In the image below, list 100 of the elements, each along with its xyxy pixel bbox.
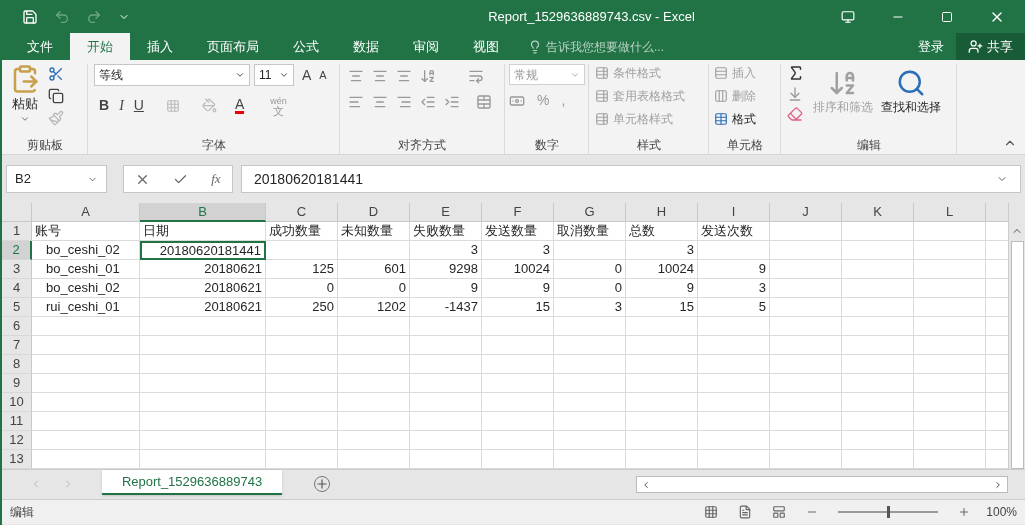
table-cell[interactable]: 250: [266, 298, 338, 317]
indent-increase-icon[interactable]: [444, 94, 460, 110]
table-cell[interactable]: [338, 317, 410, 336]
scroll-right-icon[interactable]: [993, 479, 1003, 490]
table-cell[interactable]: [140, 317, 266, 336]
maximize-icon[interactable]: [941, 10, 953, 23]
column-header[interactable]: F: [482, 203, 554, 222]
table-cell[interactable]: [32, 355, 140, 374]
table-cell[interactable]: [698, 241, 770, 260]
table-cell[interactable]: 3: [410, 241, 482, 260]
table-cell[interactable]: [32, 336, 140, 355]
align-center-icon[interactable]: [372, 94, 388, 110]
top-align-icon[interactable]: [348, 68, 364, 84]
table-cell[interactable]: 3: [698, 279, 770, 298]
table-cell[interactable]: [482, 336, 554, 355]
table-cell[interactable]: 未知数量: [338, 222, 410, 241]
format-painter-icon[interactable]: [48, 110, 64, 126]
table-cell[interactable]: [410, 317, 482, 336]
table-cell[interactable]: [842, 393, 914, 412]
table-cell[interactable]: [842, 222, 914, 241]
table-cell[interactable]: [698, 412, 770, 431]
tell-me-field[interactable]: 告诉我您想要做什么...: [528, 33, 664, 60]
menu-tab[interactable]: 数据: [336, 33, 396, 60]
table-cell[interactable]: [626, 374, 698, 393]
table-cell[interactable]: 账号: [32, 222, 140, 241]
row-header[interactable]: 5: [2, 298, 32, 317]
table-cell[interactable]: [410, 336, 482, 355]
copy-icon[interactable]: [48, 88, 64, 104]
page-layout-icon[interactable]: [738, 505, 753, 519]
insert-function-button[interactable]: fx: [211, 169, 221, 189]
menu-tab[interactable]: 开始: [70, 33, 130, 60]
editing-button[interactable]: 查找和选择: [881, 64, 941, 136]
table-cell[interactable]: [266, 412, 338, 431]
row-header[interactable]: 9: [2, 374, 32, 393]
table-cell[interactable]: [482, 393, 554, 412]
table-cell[interactable]: [554, 412, 626, 431]
column-header[interactable]: C: [266, 203, 338, 222]
column-header[interactable]: B: [140, 203, 266, 222]
table-cell[interactable]: [770, 431, 842, 450]
table-cell[interactable]: [770, 279, 842, 298]
table-cell[interactable]: [842, 336, 914, 355]
table-cell[interactable]: 15: [626, 298, 698, 317]
table-cell[interactable]: [410, 374, 482, 393]
table-cell[interactable]: [338, 374, 410, 393]
table-cell[interactable]: [698, 393, 770, 412]
table-cell[interactable]: [914, 260, 986, 279]
merge-icon[interactable]: [476, 94, 492, 110]
table-cell[interactable]: [32, 431, 140, 450]
column-header[interactable]: G: [554, 203, 626, 222]
table-cell[interactable]: [482, 431, 554, 450]
menu-tab[interactable]: 页面布局: [190, 33, 276, 60]
menu-tab[interactable]: 公式: [276, 33, 336, 60]
table-cell[interactable]: 9: [698, 260, 770, 279]
table-cell[interactable]: [626, 431, 698, 450]
table-cell[interactable]: [698, 336, 770, 355]
table-cell[interactable]: [914, 279, 986, 298]
undo-icon[interactable]: [54, 8, 70, 25]
table-cell[interactable]: [410, 355, 482, 374]
table-cell[interactable]: [338, 431, 410, 450]
table-cell[interactable]: [338, 412, 410, 431]
table-cell[interactable]: [338, 355, 410, 374]
table-cell[interactable]: [698, 355, 770, 374]
table-cell[interactable]: 20180621: [140, 298, 266, 317]
table-cell[interactable]: [410, 412, 482, 431]
table-cell[interactable]: [266, 355, 338, 374]
table-cell[interactable]: [140, 374, 266, 393]
table-cell[interactable]: bo_ceshi_01: [32, 260, 140, 279]
table-cell[interactable]: [554, 431, 626, 450]
column-header[interactable]: L: [914, 203, 986, 222]
table-cell[interactable]: bo_ceshi_02: [32, 241, 140, 260]
login-link[interactable]: 登录: [906, 33, 956, 60]
wrap-text-icon[interactable]: [468, 68, 484, 84]
save-icon[interactable]: [22, 8, 38, 25]
horizontal-scrollbar[interactable]: [636, 476, 1008, 493]
table-cell[interactable]: [482, 355, 554, 374]
cells-menu-button[interactable]: 格式: [714, 110, 775, 128]
table-cell[interactable]: rui_ceshi_01: [32, 298, 140, 317]
row-header[interactable]: 11: [2, 412, 32, 431]
align-right-icon[interactable]: [396, 94, 412, 110]
table-cell[interactable]: [626, 393, 698, 412]
table-cell[interactable]: [32, 393, 140, 412]
table-cell[interactable]: [626, 412, 698, 431]
table-cell[interactable]: [482, 374, 554, 393]
bold-button[interactable]: B: [99, 95, 110, 116]
table-cell[interactable]: [770, 298, 842, 317]
table-cell[interactable]: [770, 260, 842, 279]
table-cell[interactable]: [266, 317, 338, 336]
table-cell[interactable]: [554, 374, 626, 393]
table-cell[interactable]: [32, 317, 140, 336]
table-cell[interactable]: [914, 393, 986, 412]
table-cell[interactable]: [770, 336, 842, 355]
table-cell[interactable]: [914, 355, 986, 374]
table-cell[interactable]: 失败数量: [410, 222, 482, 241]
add-sheet-icon[interactable]: [314, 476, 330, 492]
menu-tab[interactable]: 文件: [10, 33, 70, 60]
table-cell[interactable]: [770, 393, 842, 412]
borders-icon[interactable]: [165, 98, 180, 113]
table-cell[interactable]: [770, 374, 842, 393]
row-header[interactable]: 12: [2, 431, 32, 450]
table-cell[interactable]: 9: [482, 279, 554, 298]
